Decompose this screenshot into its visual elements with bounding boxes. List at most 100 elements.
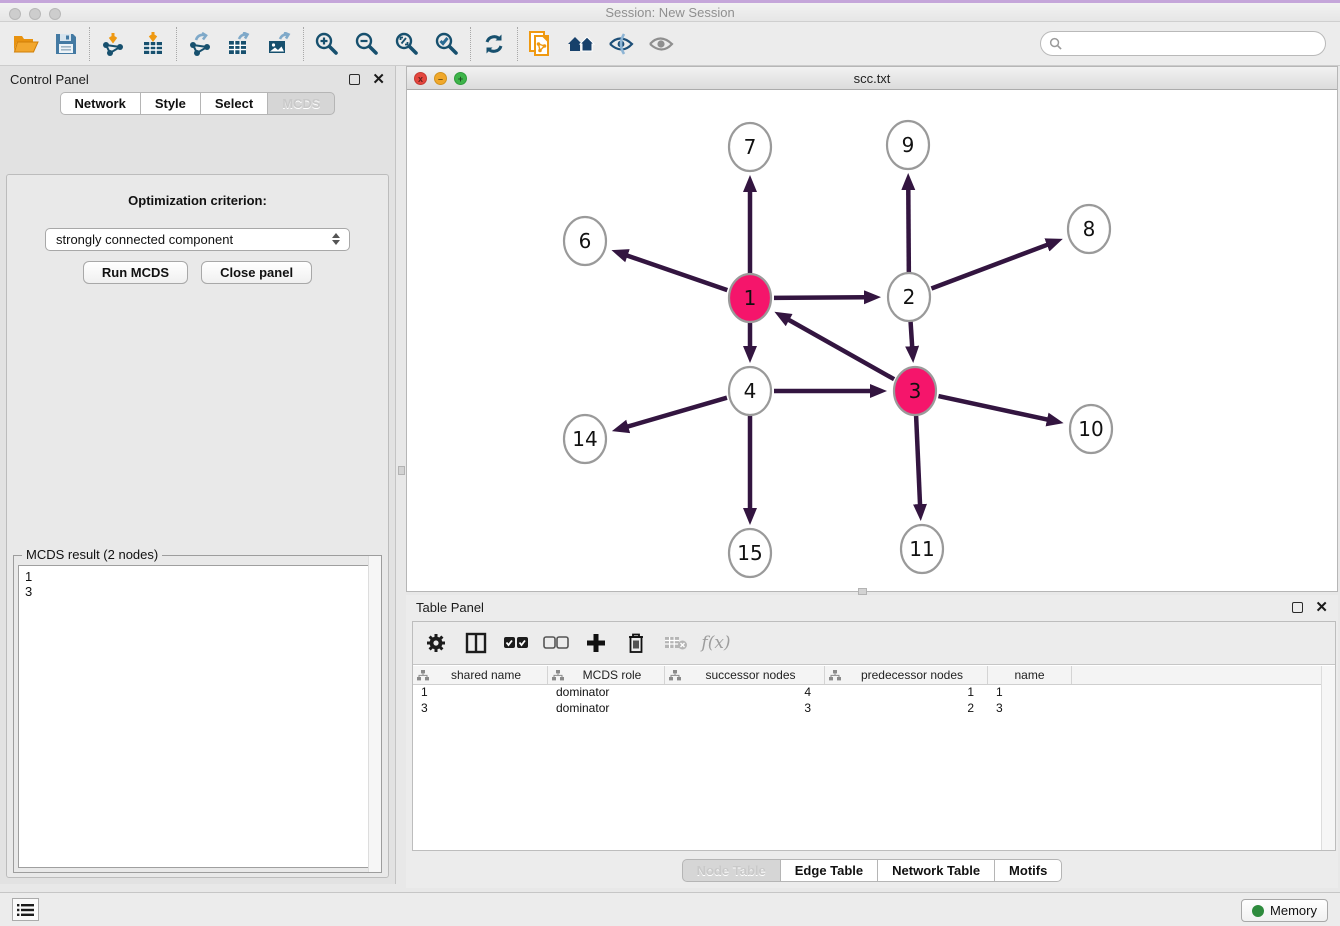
close-view-icon[interactable]: x	[414, 72, 427, 85]
tab-network-table[interactable]: Network Table	[877, 859, 994, 882]
zoom-selected-icon[interactable]	[427, 25, 467, 63]
refresh-icon[interactable]	[474, 25, 514, 63]
graph-node-1[interactable]: 1	[729, 274, 771, 322]
tab-edge-table[interactable]: Edge Table	[780, 859, 877, 882]
graph-edge-2-9[interactable]	[908, 189, 909, 273]
table-settings-gear-icon[interactable]	[423, 630, 449, 656]
open-folder-icon[interactable]	[6, 25, 46, 63]
graph-node-3[interactable]: 3	[894, 367, 936, 415]
delete-column-icon[interactable]	[623, 630, 649, 656]
column-header-name[interactable]: name	[988, 666, 1072, 684]
tab-mcds[interactable]: MCDS	[267, 92, 335, 115]
network-canvas[interactable]: 7 9 6 8 1 2 4 3 14 10 15 11	[407, 90, 1337, 591]
column-header-successor-nodes[interactable]: successor nodes	[665, 666, 825, 684]
float-panel-icon[interactable]	[349, 74, 360, 85]
function-builder-icon[interactable]: f(x)	[703, 630, 729, 656]
graph-node-4[interactable]: 4	[729, 367, 771, 415]
graph-edge-1-2[interactable]	[774, 297, 865, 298]
mcds-result-text[interactable]: 1 3	[18, 565, 377, 868]
svg-text:3: 3	[909, 379, 922, 403]
export-network-icon[interactable]	[180, 25, 220, 63]
graph-node-10[interactable]: 10	[1070, 405, 1112, 453]
toolbar-separator	[176, 27, 177, 61]
svg-text:9: 9	[902, 133, 915, 157]
import-table-icon[interactable]	[133, 25, 173, 63]
export-table-icon[interactable]	[220, 25, 260, 63]
result-scrollbar[interactable]	[368, 556, 381, 872]
graph-node-2[interactable]: 2	[888, 273, 930, 321]
toolbar-separator	[89, 27, 90, 61]
graph-edge-3-1[interactable]	[788, 320, 894, 380]
table-panel-title: Table Panel	[416, 600, 1292, 615]
graph-node-11[interactable]: 11	[901, 525, 943, 573]
search-icon	[1049, 37, 1062, 50]
network-graph[interactable]: 7 9 6 8 1 2 4 3 14 10 15 11	[407, 90, 1337, 591]
search-input[interactable]	[1067, 37, 1325, 51]
table-tabs: Node Table Edge Table Network Table Moti…	[406, 859, 1338, 882]
search-field[interactable]	[1040, 31, 1326, 56]
close-table-panel-icon[interactable]: ✕	[1315, 602, 1328, 613]
tab-style[interactable]: Style	[140, 92, 200, 115]
graph-edge-4-14[interactable]	[627, 398, 727, 427]
network-window-titlebar[interactable]: x – + scc.txt	[407, 67, 1337, 90]
network-window-title: scc.txt	[407, 67, 1337, 86]
toolbar-separator	[470, 27, 471, 61]
hide-icon[interactable]	[601, 25, 641, 63]
graph-edge-2-8[interactable]	[931, 245, 1047, 289]
table-scrollbar[interactable]	[1321, 666, 1335, 850]
task-history-button[interactable]	[12, 898, 39, 921]
run-mcds-button[interactable]: Run MCDS	[83, 261, 188, 284]
select-all-columns-icon[interactable]	[503, 630, 529, 656]
hierarchy-icon	[552, 670, 564, 681]
tab-network[interactable]: Network	[60, 92, 140, 115]
export-image-icon[interactable]	[260, 25, 300, 63]
home-icon[interactable]	[561, 25, 601, 63]
table-toolbar: f(x)	[413, 622, 1335, 665]
tab-motifs[interactable]: Motifs	[994, 859, 1062, 882]
graph-node-8[interactable]: 8	[1068, 205, 1110, 253]
graph-edge-2-3[interactable]	[911, 321, 913, 347]
table-row[interactable]: 1 dominator 4 1 1	[413, 685, 1321, 701]
tab-select[interactable]: Select	[200, 92, 267, 115]
column-header-mcds-role[interactable]: MCDS role	[548, 666, 665, 684]
svg-text:8: 8	[1083, 217, 1096, 241]
float-table-panel-icon[interactable]	[1292, 602, 1303, 613]
maximize-view-icon[interactable]: +	[454, 72, 467, 85]
zoom-out-icon[interactable]	[347, 25, 387, 63]
svg-text:14: 14	[572, 427, 597, 451]
svg-text:4: 4	[744, 379, 757, 403]
graph-edge-3-10[interactable]	[938, 396, 1048, 420]
fit-content-icon[interactable]	[387, 25, 427, 63]
tab-node-table[interactable]: Node Table	[682, 859, 780, 882]
window-title: Session: New Session	[0, 5, 1340, 20]
minimize-view-icon[interactable]: –	[434, 72, 447, 85]
mcds-result-group: MCDS result (2 nodes) 1 3	[13, 555, 382, 873]
graph-node-14[interactable]: 14	[564, 415, 606, 463]
split-panel-icon[interactable]	[463, 630, 489, 656]
save-icon[interactable]	[46, 25, 86, 63]
graph-node-15[interactable]: 15	[729, 529, 771, 577]
optimization-criterion-label: Optimization criterion:	[7, 193, 388, 208]
table-row[interactable]: 3 dominator 3 2 3	[413, 701, 1321, 717]
close-panel-button[interactable]: Close panel	[201, 261, 312, 284]
graph-edge-1-6[interactable]	[627, 255, 728, 290]
splitter-grip[interactable]	[858, 588, 867, 595]
splitter-grip[interactable]	[398, 466, 405, 475]
window-titlebar: Session: New Session	[0, 0, 1340, 22]
zoom-in-icon[interactable]	[307, 25, 347, 63]
graph-edge-3-11[interactable]	[916, 415, 920, 505]
show-icon[interactable]	[641, 25, 681, 63]
graph-node-6[interactable]: 6	[564, 217, 606, 265]
unselect-all-columns-icon[interactable]	[543, 630, 569, 656]
close-panel-icon[interactable]: ✕	[372, 74, 385, 85]
criterion-dropdown[interactable]: strongly connected component	[45, 228, 350, 251]
memory-button[interactable]: Memory	[1241, 899, 1328, 922]
graph-node-7[interactable]: 7	[729, 123, 771, 171]
graph-node-9[interactable]: 9	[887, 121, 929, 169]
create-column-icon[interactable]	[583, 630, 609, 656]
open-session-icon[interactable]	[521, 25, 561, 63]
column-header-predecessor-nodes[interactable]: predecessor nodes	[825, 666, 988, 684]
delete-table-icon[interactable]	[663, 630, 689, 656]
import-network-icon[interactable]	[93, 25, 133, 63]
column-header-shared-name[interactable]: shared name	[413, 666, 548, 684]
